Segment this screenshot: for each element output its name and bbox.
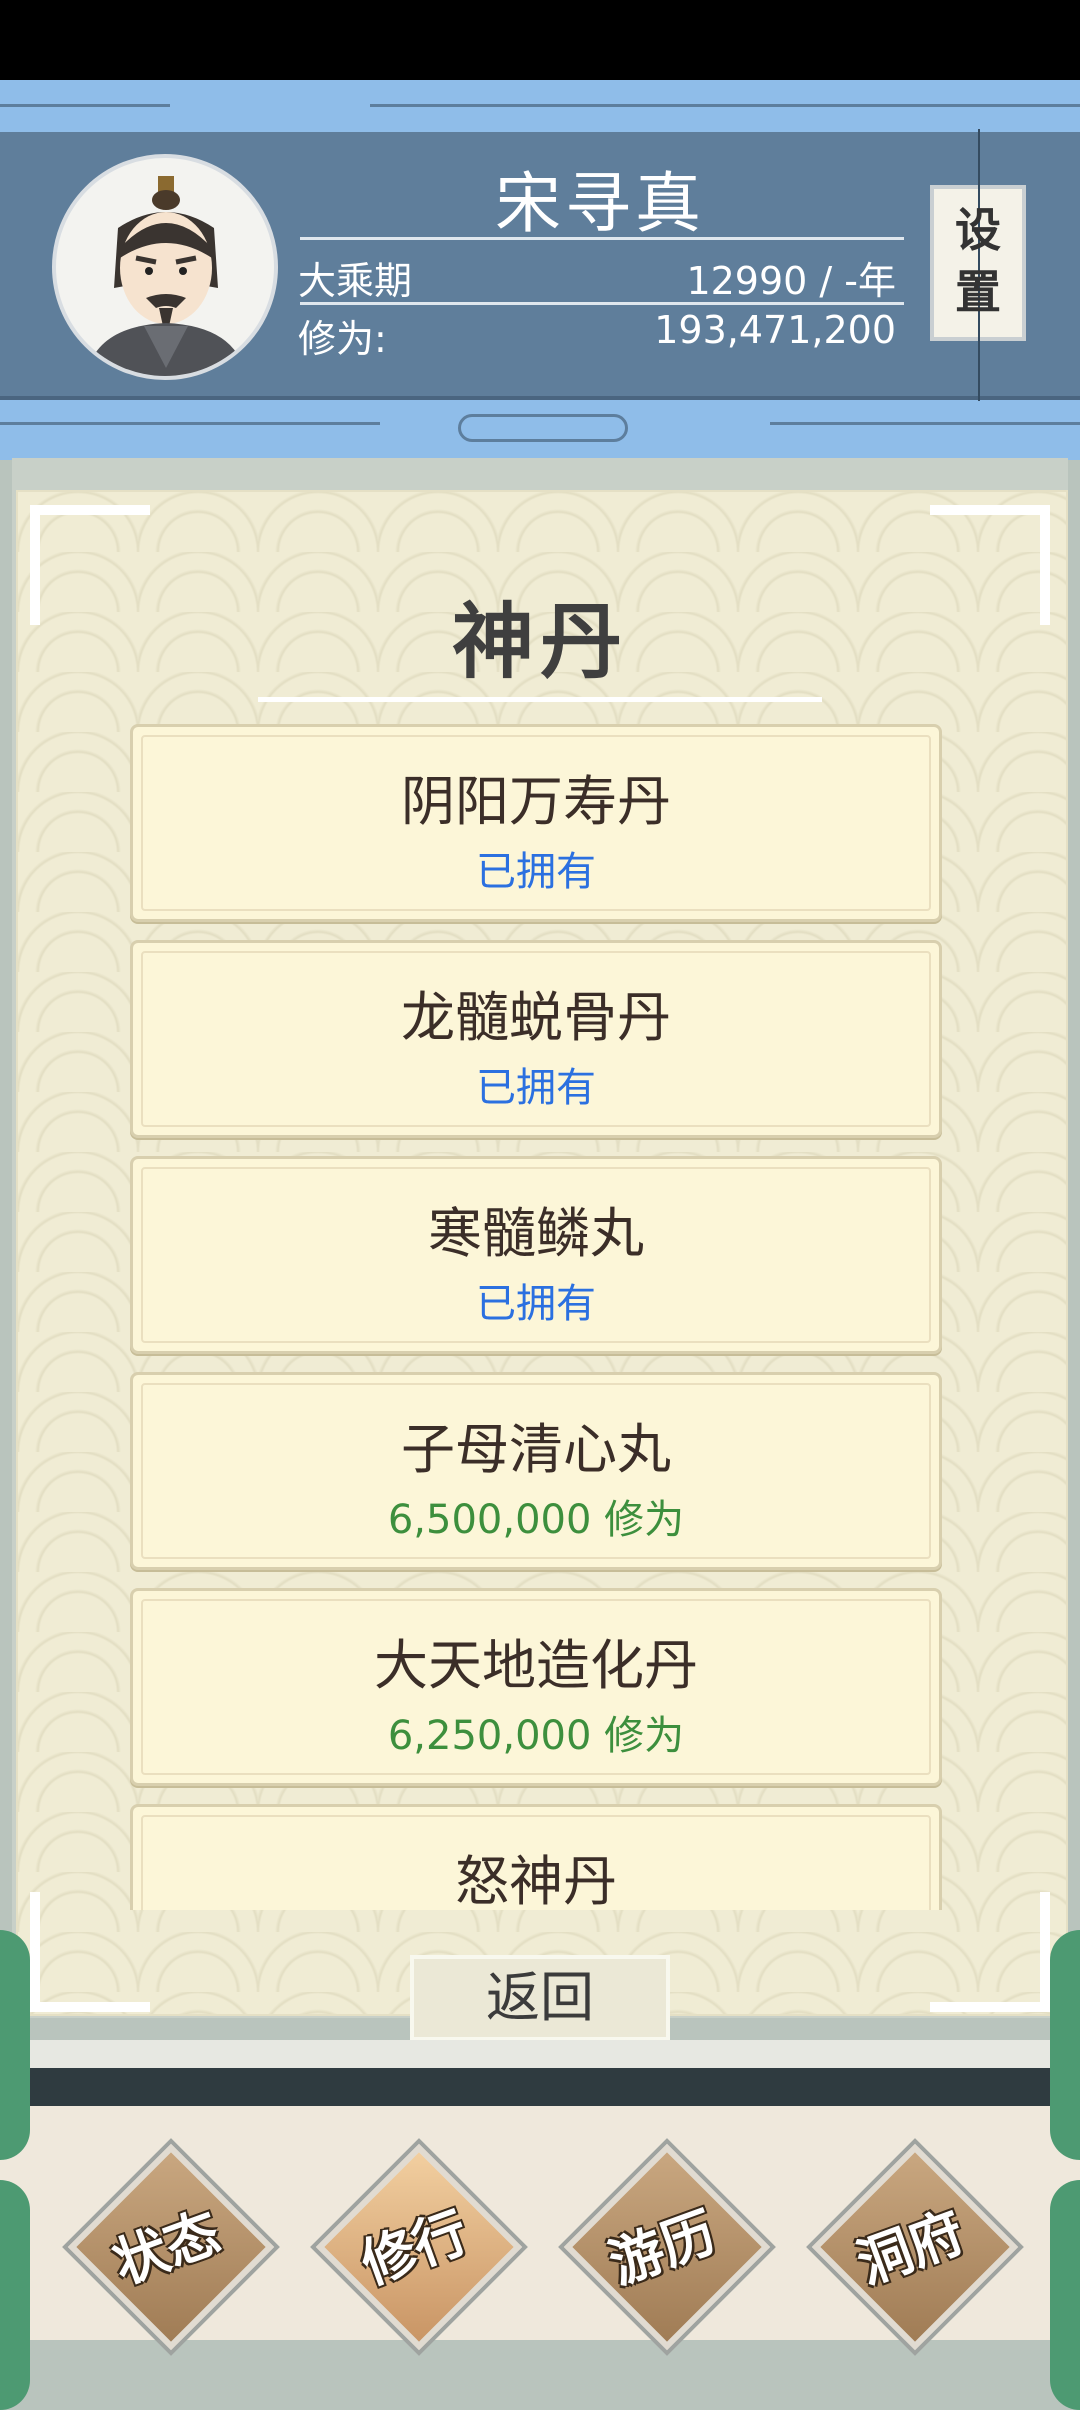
- settings-char-2: 置: [955, 265, 1001, 319]
- list-item[interactable]: 龙髓蜕骨丹 已拥有: [130, 940, 942, 1138]
- item-name: 寒髓鳞丸: [428, 1202, 644, 1265]
- cultivation-label: 修为:: [298, 317, 387, 361]
- list-item[interactable]: 怒神丹: [130, 1804, 942, 1910]
- corner-ornament: [30, 1892, 150, 2012]
- item-name: 怒神丹: [455, 1850, 617, 1910]
- item-name: 龙髓蜕骨丹: [401, 986, 671, 1049]
- divider: [300, 302, 904, 305]
- nav-top-band: [0, 2040, 1080, 2068]
- character-portrait-icon: [86, 176, 246, 376]
- item-name: 子母清心丸: [401, 1418, 671, 1481]
- item-price: 6,250,000 修为: [387, 1713, 685, 1759]
- status-bar: [0, 0, 1080, 80]
- list-item[interactable]: 寒髓鳞丸 已拥有: [130, 1156, 942, 1354]
- header-top-trim: [0, 80, 1080, 136]
- item-status: 已拥有: [476, 1065, 596, 1111]
- nav-travel-button[interactable]: 游历: [563, 2143, 771, 2351]
- list-item[interactable]: 子母清心丸 6,500,000 修为: [130, 1372, 942, 1570]
- realm-label: 大乘期: [298, 259, 413, 303]
- item-name: 大天地造化丹: [374, 1634, 698, 1697]
- corner-ornament: [930, 1892, 1050, 2012]
- panel-title: 神丹: [451, 595, 628, 690]
- item-status: 已拥有: [476, 849, 596, 895]
- list-item[interactable]: 阴阳万寿丹 已拥有: [130, 724, 942, 922]
- cultivation-value: 193,471,200: [654, 308, 896, 352]
- tree-decoration-icon: [1050, 2180, 1080, 2410]
- tree-decoration-icon: [0, 2180, 30, 2410]
- settings-button[interactable]: 设 置: [930, 129, 1026, 401]
- nav-status-button[interactable]: 状态: [67, 2143, 275, 2351]
- back-button[interactable]: 返回: [410, 1955, 670, 2041]
- nav-cave-button[interactable]: 洞府: [811, 2143, 1019, 2351]
- tree-decoration-icon: [1050, 1930, 1080, 2160]
- tree-decoration-icon: [0, 1930, 30, 2160]
- item-name: 阴阳万寿丹: [401, 770, 671, 833]
- item-price: 6,500,000 修为: [387, 1497, 685, 1543]
- title-underline: [258, 697, 822, 702]
- avatar[interactable]: [52, 154, 278, 380]
- nav-cultivate-button[interactable]: 修行: [315, 2143, 523, 2351]
- age-value: 12990 / -年: [686, 259, 896, 303]
- settings-label: 设 置: [934, 199, 1022, 323]
- pill-list[interactable]: 阴阳万寿丹 已拥有 龙髓蜕骨丹 已拥有 寒髓鳞丸 已拥有 子母清心丸 6,500…: [130, 724, 946, 1910]
- character-name: 宋寻真: [495, 165, 705, 242]
- header-bottom-trim: [0, 396, 1080, 460]
- list-item[interactable]: 大天地造化丹 6,250,000 修为: [130, 1588, 942, 1786]
- divider: [300, 237, 904, 240]
- item-status: 已拥有: [476, 1281, 596, 1327]
- settings-char-1: 设: [955, 203, 1001, 257]
